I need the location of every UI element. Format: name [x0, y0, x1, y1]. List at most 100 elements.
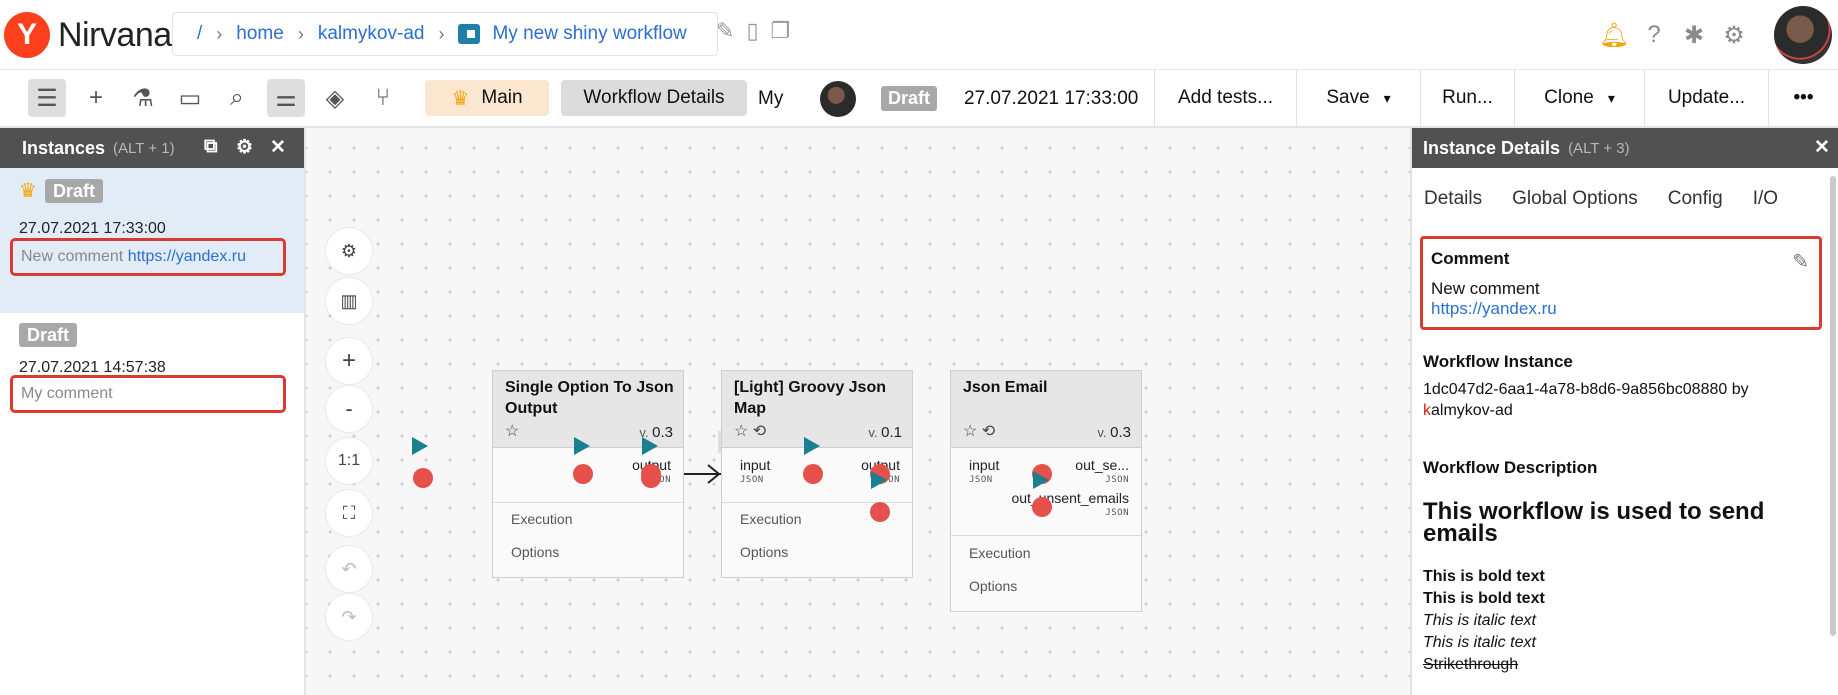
- output-port-label: out_unsent_emails JSON: [1011, 491, 1129, 521]
- output-port[interactable]: [803, 464, 823, 484]
- copy-icon[interactable]: ❐: [771, 18, 791, 44]
- save-label: Save: [1326, 87, 1370, 108]
- tab-global-options[interactable]: Global Options: [1512, 188, 1638, 210]
- owner-first-letter: k: [1423, 402, 1431, 419]
- comment-title: Comment: [1431, 249, 1510, 268]
- port-type: JSON: [740, 475, 764, 485]
- output-port-label: out_se... JSON: [1075, 458, 1129, 488]
- tab-details[interactable]: Details: [1424, 188, 1482, 210]
- gear-icon[interactable]: ⚙: [236, 136, 253, 159]
- add-tests-label: Add tests...: [1177, 87, 1274, 108]
- instance-comment[interactable]: New comment https://yandex.ru: [10, 238, 286, 276]
- bell-icon[interactable]: 🔔︎: [1594, 21, 1634, 50]
- run-button[interactable]: Run...: [1420, 70, 1514, 126]
- description-italic-line: This is italic text: [1423, 612, 1536, 629]
- breadcrumb-item-workflow[interactable]: My new shiny workflow: [492, 23, 686, 45]
- details-panel-title: Instance Details: [1423, 137, 1561, 158]
- tab-main-label: Main: [481, 87, 523, 108]
- branch-icon[interactable]: ⑂: [364, 79, 402, 117]
- clone-label: Clone: [1544, 87, 1594, 108]
- search-icon[interactable]: ⌕: [218, 79, 256, 117]
- instances-shortcut-hint: (ALT + 1): [113, 139, 175, 157]
- close-icon[interactable]: ✕: [270, 136, 286, 159]
- close-icon[interactable]: ✕: [1814, 136, 1830, 159]
- clone-button[interactable]: Clone ▾: [1514, 70, 1644, 126]
- workflow-canvas[interactable]: ⚙ ▥ + - 1:1 ⛶ ↶ ↷ 10 10 Single Option To…: [306, 128, 1410, 695]
- star-icon[interactable]: ☆: [734, 423, 748, 440]
- menu-icon[interactable]: ☰: [28, 79, 66, 117]
- instance-item[interactable]: Draft 27.07.2021 14:57:38 My comment: [0, 313, 304, 423]
- calendar-icon[interactable]: ▭: [171, 79, 209, 117]
- comment-link[interactable]: https://yandex.ru: [1431, 299, 1819, 319]
- instance-details-panel: Instance Details (ALT + 3) ✕ Details Glo…: [1410, 128, 1838, 695]
- breadcrumb-root[interactable]: /: [197, 23, 202, 45]
- add-icon[interactable]: +: [77, 79, 115, 117]
- status-badge: Draft: [44, 178, 103, 203]
- instance-comment-link[interactable]: https://yandex.ru: [128, 248, 246, 265]
- chevron-down-icon: ▾: [1607, 89, 1615, 106]
- flask-icon[interactable]: ⚗: [124, 79, 162, 117]
- execution-out-port[interactable]: [1033, 471, 1049, 489]
- scrollbar-thumb[interactable]: [1830, 176, 1836, 636]
- tab-io[interactable]: I/O: [1753, 188, 1778, 210]
- update-button[interactable]: Update...: [1644, 70, 1768, 126]
- pencil-icon[interactable]: ✎: [1792, 249, 1809, 274]
- gear-icon[interactable]: ⚙: [1714, 21, 1754, 50]
- more-button[interactable]: •••: [1768, 70, 1838, 126]
- details-scrollbar[interactable]: [1828, 168, 1838, 695]
- owner-avatar: [820, 81, 856, 117]
- workflow-instance-title: Workflow Instance: [1423, 352, 1573, 371]
- options-port[interactable]: [413, 468, 433, 488]
- output-port[interactable]: [1032, 497, 1052, 517]
- tab-workflow-details[interactable]: Workflow Details: [561, 80, 747, 116]
- open-external-icon[interactable]: ⧉: [204, 136, 218, 158]
- instance-comment[interactable]: My comment: [10, 375, 286, 413]
- block-title: Json Email: [963, 379, 1048, 396]
- user-avatar[interactable]: [1774, 6, 1832, 64]
- port-type: JSON: [1105, 475, 1129, 485]
- execution-out-port[interactable]: [574, 437, 590, 455]
- crown-icon: ♛: [451, 87, 470, 110]
- instance-item[interactable]: ♛ Draft 27.07.2021 17:33:00 New comment …: [0, 168, 304, 313]
- options-port[interactable]: [870, 502, 890, 522]
- help-icon[interactable]: ?: [1634, 21, 1674, 49]
- app-logo[interactable]: Y Nirvana: [4, 12, 172, 58]
- pencil-icon[interactable]: ✎: [716, 18, 734, 44]
- chevron-right-icon: ›: [297, 23, 304, 44]
- breadcrumb-item-user[interactable]: kalmykov-ad: [318, 23, 425, 45]
- workflow-instance-value: 1dc047d2-6aa1-4a78-b8d6-9a856bc08880 by …: [1423, 379, 1823, 421]
- status-badge: Draft: [881, 86, 938, 111]
- input-port-label: input JSON: [740, 458, 770, 488]
- execution-in-port[interactable]: [871, 471, 887, 489]
- tab-config[interactable]: Config: [1668, 188, 1723, 210]
- tab-main[interactable]: ♛ Main: [425, 80, 549, 116]
- add-tests-button[interactable]: Add tests...: [1154, 70, 1296, 126]
- options-label: Options: [740, 544, 789, 560]
- history-icon[interactable]: ⟲: [982, 423, 995, 440]
- output-port[interactable]: [573, 464, 593, 484]
- history-icon[interactable]: ⟲: [753, 423, 766, 440]
- warning-icon[interactable]: ◈: [316, 79, 354, 117]
- workflow-description-title: Workflow Description: [1423, 458, 1598, 477]
- breadcrumb-item-home[interactable]: home: [236, 23, 284, 45]
- star-icon[interactable]: ☆: [963, 423, 977, 440]
- tab-my[interactable]: My: [758, 88, 783, 110]
- instance-status-row: Draft: [19, 323, 78, 347]
- execution-out-port[interactable]: [804, 437, 820, 455]
- block-io: input JSON out_se... JSON out_unsent_email…: [951, 448, 1141, 536]
- header-actions: 🔔︎ ? ✱ ⚙: [1594, 6, 1838, 64]
- execution-in-port[interactable]: [412, 437, 428, 455]
- bookmark-icon[interactable]: ▯: [746, 18, 758, 44]
- bug-icon[interactable]: ✱: [1674, 21, 1714, 50]
- owner-rest[interactable]: almykov-ad: [1431, 402, 1513, 419]
- workflow-instance-id: 1dc047d2-6aa1-4a78-b8d6-9a856bc08880 by: [1423, 381, 1749, 398]
- comment-text: New comment: [1431, 279, 1540, 298]
- save-button[interactable]: Save ▾: [1296, 70, 1420, 126]
- sliders-icon[interactable]: ⚌: [267, 79, 305, 117]
- toolbar: ☰ + ⚗ ▭ ⌕ ⚌ ◈ ⑂ ♛ Main Workflow Details …: [0, 70, 1838, 128]
- workflow-block[interactable]: Json Email ☆ ⟲ v. 0.3 input JSON out_se..…: [950, 370, 1142, 612]
- execution-in-port[interactable]: [642, 437, 658, 455]
- options-port[interactable]: [641, 468, 661, 488]
- chevron-down-icon: ▾: [1383, 89, 1391, 106]
- execution-label: Execution: [969, 545, 1031, 561]
